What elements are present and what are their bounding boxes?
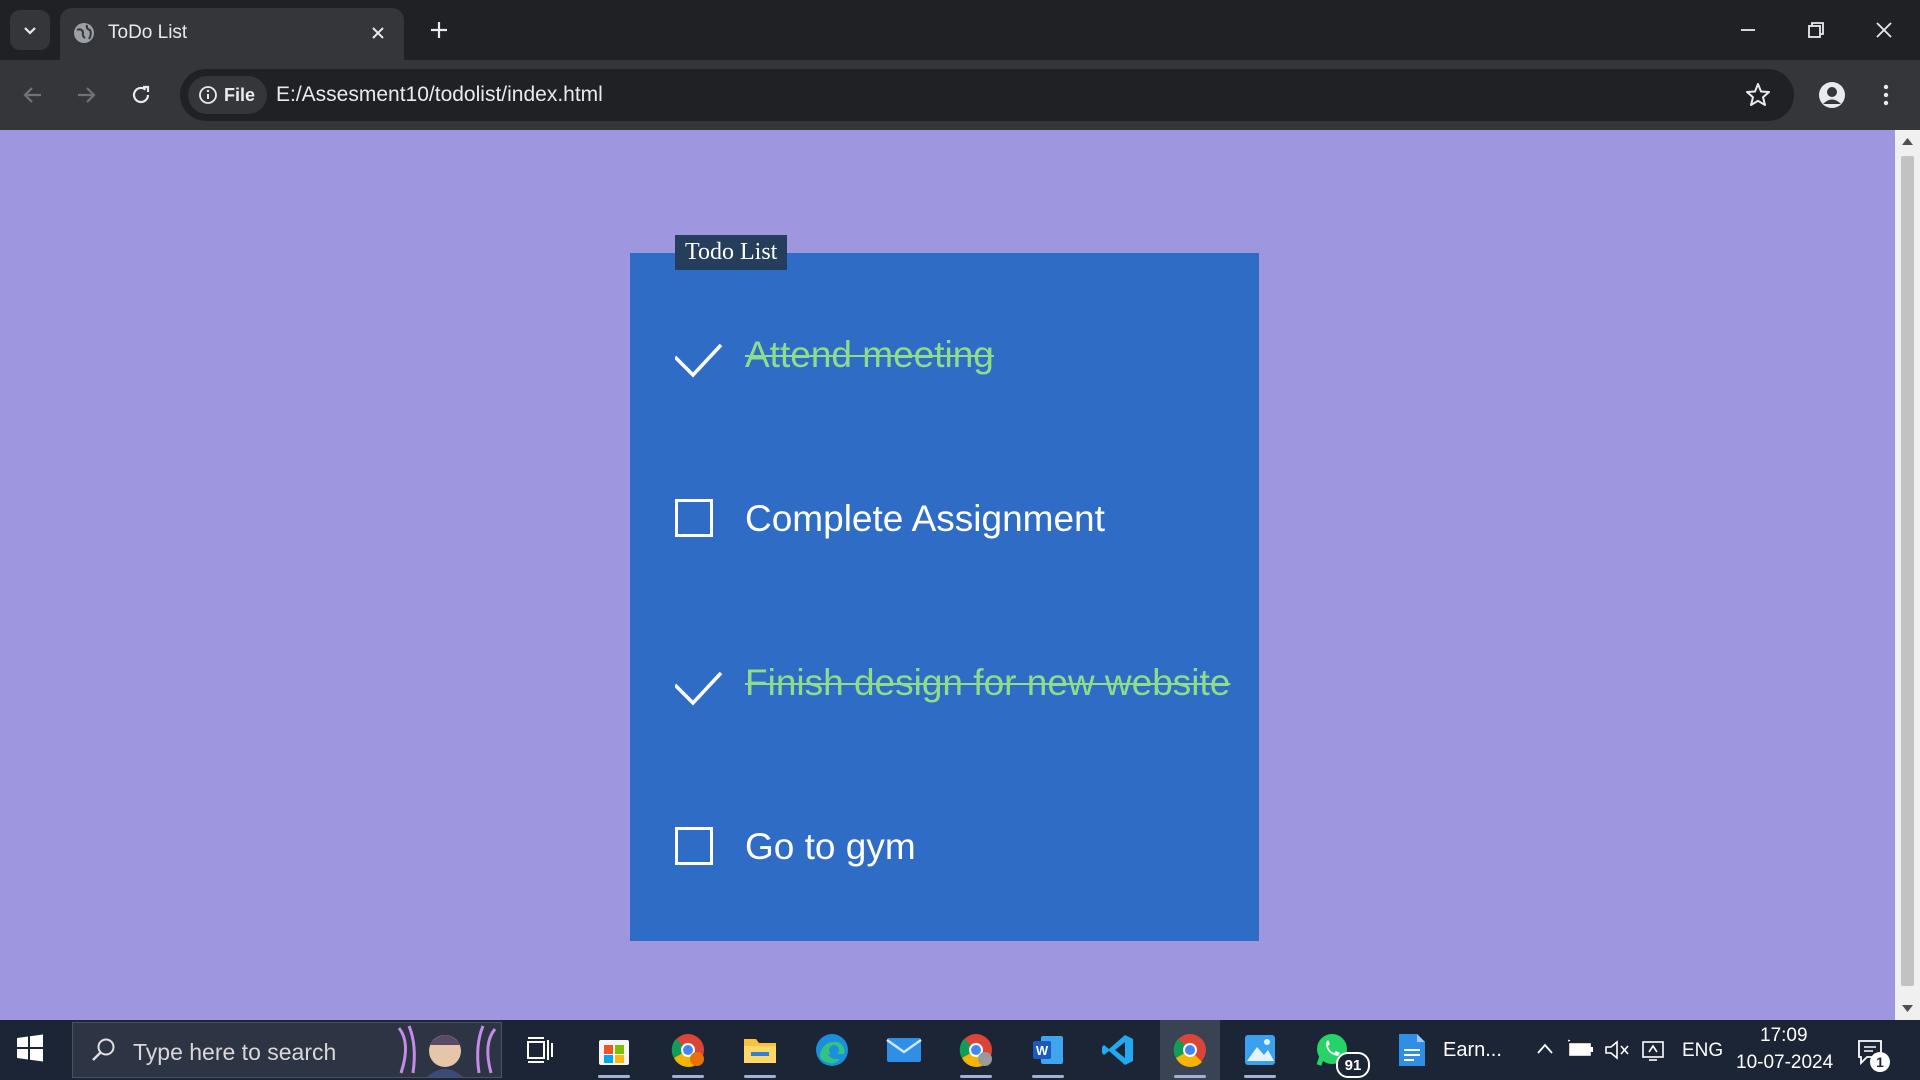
- info-icon: [199, 86, 217, 104]
- checkmark-icon[interactable]: [675, 331, 723, 379]
- checkmark-icon[interactable]: [675, 659, 723, 707]
- todo-legend: Todo List: [675, 235, 788, 270]
- reload-icon: [132, 85, 150, 104]
- todo-item-complete-assignment[interactable]: Complete Assignment: [675, 494, 1235, 544]
- globe-icon: [73, 22, 95, 44]
- restore-icon: [1808, 22, 1824, 38]
- scroll-down-arrow-icon[interactable]: [1901, 1004, 1914, 1014]
- back-button[interactable]: [14, 76, 52, 114]
- clock-time[interactable]: 17:09: [1760, 1025, 1808, 1047]
- microsoft-store-icon[interactable]: [592, 1028, 636, 1078]
- whatsapp-badge: 91: [1336, 1052, 1370, 1078]
- arrow-right-icon: [78, 87, 96, 103]
- chevron-up-icon[interactable]: [1536, 1042, 1554, 1056]
- minimize-button[interactable]: [1724, 12, 1772, 48]
- chrome-profile-2-icon[interactable]: [954, 1028, 998, 1078]
- file-explorer-icon[interactable]: [738, 1028, 782, 1078]
- chrome-active-icon[interactable]: [1168, 1028, 1212, 1078]
- browser-menu-button[interactable]: [1867, 76, 1905, 114]
- vscode-icon[interactable]: [1096, 1028, 1140, 1072]
- document-app-icon[interactable]: [1390, 1028, 1434, 1072]
- site-info-label: File: [224, 84, 256, 105]
- address-bar[interactable]: File E:/Assesment10/todolist/index.html: [180, 69, 1794, 121]
- search-placeholder: Type here to search: [133, 1039, 337, 1065]
- close-window-button[interactable]: [1860, 12, 1908, 48]
- checkbox-unchecked[interactable]: [675, 495, 723, 543]
- todo-text: Attend meeting: [745, 334, 994, 375]
- windows-taskbar: Type here to search W 91 Earn... ENG 17:…: [0, 1020, 1920, 1080]
- todo-text: Go to gym: [745, 826, 916, 867]
- task-view-icon[interactable]: [518, 1028, 562, 1072]
- edge-browser-icon[interactable]: [810, 1028, 854, 1072]
- notification-count-badge: 1: [1870, 1052, 1890, 1072]
- vertical-scrollbar[interactable]: [1895, 130, 1920, 1020]
- tab-title: ToDo List: [108, 22, 188, 43]
- network-icon[interactable]: [1640, 1037, 1666, 1063]
- bookmark-star-icon[interactable]: [1744, 81, 1772, 109]
- forward-button[interactable]: [67, 76, 105, 114]
- language-indicator[interactable]: ENG: [1682, 1040, 1723, 1062]
- svg-text:W: W: [1036, 1043, 1049, 1058]
- taskbar-app-label[interactable]: Earn...: [1443, 1039, 1502, 1062]
- chrome-profile-icon[interactable]: [666, 1028, 710, 1078]
- search-icon: [92, 1038, 115, 1061]
- close-tab-icon[interactable]: [366, 21, 390, 45]
- volume-muted-icon[interactable]: [1604, 1039, 1630, 1061]
- clock-date[interactable]: 10-07-2024: [1736, 1052, 1833, 1074]
- battery-charging-icon[interactable]: [1568, 1039, 1594, 1059]
- new-tab-button[interactable]: [424, 15, 454, 45]
- todo-item-attend-meeting[interactable]: Attend meeting: [675, 330, 1235, 380]
- scrollbar-thumb[interactable]: [1901, 156, 1914, 986]
- arrow-left-icon: [23, 87, 41, 103]
- photos-icon[interactable]: [1238, 1028, 1282, 1078]
- taskbar-search-box[interactable]: Type here to search: [72, 1022, 502, 1078]
- browser-tab-strip: ToDo List: [0, 0, 1920, 60]
- profile-avatar-icon: [1819, 82, 1845, 108]
- scroll-up-arrow-icon[interactable]: [1901, 136, 1914, 146]
- minimize-icon: [1741, 29, 1755, 31]
- search-highlight-illustration-icon: [397, 1025, 497, 1077]
- chevron-down-icon: [21, 21, 39, 39]
- todo-text: Finish design for new website: [745, 662, 1231, 703]
- profile-button[interactable]: [1813, 76, 1851, 114]
- todo-text: Complete Assignment: [745, 498, 1105, 539]
- browser-toolbar: File E:/Assesment10/todolist/index.html: [0, 60, 1920, 130]
- word-icon[interactable]: W: [1026, 1028, 1070, 1078]
- todo-item-go-to-gym[interactable]: Go to gym: [675, 822, 1235, 872]
- todo-item-finish-design[interactable]: Finish design for new website: [675, 658, 1235, 708]
- url-text[interactable]: E:/Assesment10/todolist/index.html: [276, 83, 603, 107]
- mail-icon[interactable]: [882, 1028, 926, 1072]
- restore-button[interactable]: [1792, 12, 1840, 48]
- windows-start-icon[interactable]: [16, 1034, 48, 1066]
- close-icon: [1876, 22, 1892, 38]
- checkbox-unchecked[interactable]: [675, 823, 723, 871]
- plus-icon: [431, 22, 447, 38]
- tab-search-button[interactable]: [10, 10, 50, 50]
- tab-todo-list[interactable]: ToDo List: [60, 8, 404, 60]
- reload-button[interactable]: [122, 76, 160, 114]
- kebab-menu-icon: [1883, 84, 1889, 106]
